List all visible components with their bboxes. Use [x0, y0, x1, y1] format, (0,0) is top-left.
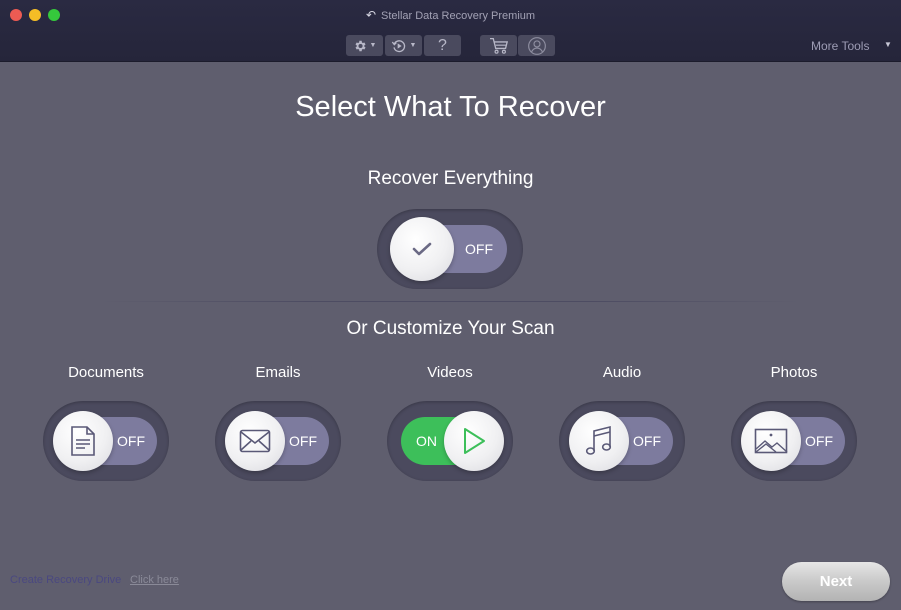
- recover-everything-label: Recover Everything: [367, 168, 534, 189]
- documents-toggle[interactable]: OFF: [43, 401, 169, 481]
- chevron-down-icon[interactable]: ▼: [884, 40, 892, 49]
- cart-icon: [489, 37, 508, 54]
- image-icon: [754, 428, 788, 454]
- chevron-down-icon: ▼: [409, 42, 417, 49]
- help-button[interactable]: ?: [424, 35, 461, 56]
- back-arrow-icon[interactable]: ↶: [366, 8, 376, 22]
- documents-label: Documents: [68, 364, 144, 381]
- window-title: ↶ Stellar Data Recovery Premium: [0, 8, 901, 22]
- toggle-knob[interactable]: [225, 411, 285, 471]
- click-here-link[interactable]: Click here: [130, 574, 179, 586]
- document-icon: [71, 426, 95, 456]
- settings-button[interactable]: ▼: [346, 35, 383, 56]
- toggle-state-label: OFF: [117, 433, 145, 449]
- customize-scan-label: Or Customize Your Scan: [346, 318, 555, 339]
- toggle-knob[interactable]: [741, 411, 801, 471]
- toggle-state-label: OFF: [465, 241, 493, 257]
- more-tools-menu[interactable]: More Tools: [811, 39, 869, 53]
- user-icon: [527, 36, 546, 55]
- emails-label: Emails: [255, 364, 301, 381]
- history-button[interactable]: ▼: [385, 35, 422, 56]
- cart-button[interactable]: [480, 35, 517, 56]
- audio-label: Audio: [602, 364, 642, 381]
- title-bar: ↶ Stellar Data Recovery Premium ▼ ▼ ? Mor…: [0, 0, 901, 62]
- envelope-icon: [239, 429, 271, 453]
- toggle-knob[interactable]: [390, 217, 454, 281]
- emails-toggle[interactable]: OFF: [215, 401, 341, 481]
- toggle-state-label: OFF: [633, 433, 661, 449]
- photos-toggle[interactable]: OFF: [731, 401, 857, 481]
- next-button[interactable]: Next: [782, 562, 890, 601]
- toggle-state-label: OFF: [289, 433, 317, 449]
- checkmark-icon: [412, 242, 432, 256]
- toggle-knob[interactable]: [569, 411, 629, 471]
- toggle-state-label: OFF: [805, 433, 833, 449]
- toggle-knob[interactable]: [53, 411, 113, 471]
- create-recovery-drive-label: Create Recovery Drive: [10, 574, 122, 586]
- gear-icon: [355, 40, 366, 51]
- photos-label: Photos: [770, 364, 818, 381]
- window-title-text: Stellar Data Recovery Premium: [381, 10, 536, 22]
- music-note-icon: [585, 425, 612, 455]
- toggle-knob[interactable]: [444, 411, 504, 471]
- history-icon: [391, 39, 405, 52]
- section-divider: [100, 301, 800, 302]
- videos-label: Videos: [427, 364, 473, 381]
- audio-toggle[interactable]: OFF: [559, 401, 685, 481]
- account-button[interactable]: [518, 35, 555, 56]
- chevron-down-icon: ▼: [369, 42, 377, 49]
- recover-everything-toggle[interactable]: OFF: [377, 209, 523, 289]
- page-title: Select What To Recover: [295, 91, 606, 123]
- videos-toggle[interactable]: ON: [387, 401, 513, 481]
- toggle-state-label: ON: [416, 433, 437, 449]
- help-icon: ?: [438, 36, 447, 54]
- play-icon: [464, 428, 485, 454]
